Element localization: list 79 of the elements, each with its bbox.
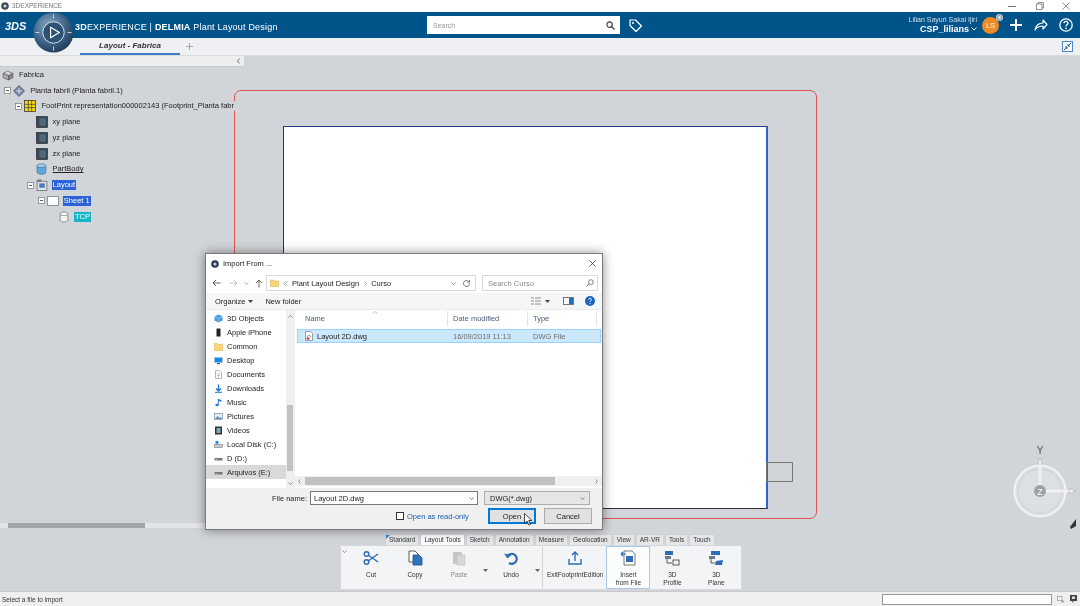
collapse-toggle-icon[interactable] bbox=[15, 102, 23, 110]
logo[interactable]: 3DS bbox=[5, 20, 27, 32]
help-icon[interactable] bbox=[585, 296, 595, 306]
pointer-cursor-icon bbox=[524, 513, 533, 526]
shrink-icon[interactable] bbox=[1062, 41, 1073, 52]
search-icon[interactable] bbox=[606, 20, 615, 30]
folder-icon bbox=[270, 279, 279, 287]
diamond-icon bbox=[13, 84, 26, 97]
chevron-down-icon bbox=[580, 496, 585, 500]
scroll-thumb[interactable] bbox=[287, 405, 293, 471]
window-icon[interactable] bbox=[1057, 595, 1064, 603]
cylinder-icon bbox=[35, 163, 48, 176]
drawing-file-icon bbox=[305, 331, 313, 341]
credentials-menu[interactable]: CSP_lilians bbox=[919, 23, 969, 35]
blocks-icon bbox=[708, 550, 725, 566]
refresh-icon[interactable] bbox=[462, 278, 471, 288]
scrollbar[interactable] bbox=[0, 523, 205, 528]
cylinder-outline-icon bbox=[58, 210, 70, 223]
back-arrow-icon[interactable] bbox=[212, 279, 221, 287]
plane-icon bbox=[35, 147, 48, 160]
up-arrow-icon[interactable] bbox=[255, 278, 263, 288]
caret-icon[interactable] bbox=[534, 569, 540, 572]
phone-icon bbox=[214, 327, 223, 337]
grid-icon bbox=[24, 100, 37, 113]
restore-icon[interactable] bbox=[1036, 2, 1044, 10]
scroll-left-icon[interactable] bbox=[298, 478, 301, 484]
scroll-thumb[interactable] bbox=[305, 477, 555, 485]
sheet-icon bbox=[46, 194, 59, 207]
collapse-toggle-icon[interactable] bbox=[26, 181, 34, 189]
scroll-right-icon[interactable] bbox=[595, 478, 598, 484]
rectangle-shape bbox=[766, 462, 793, 482]
scissors-icon bbox=[363, 550, 379, 566]
read-only-checkbox[interactable] bbox=[396, 512, 404, 520]
command-input-field[interactable] bbox=[882, 593, 1052, 605]
chevron-right-icon[interactable] bbox=[364, 280, 368, 286]
undo-icon bbox=[503, 550, 519, 566]
down-arrow-icon bbox=[214, 383, 223, 393]
copy-icon bbox=[407, 550, 423, 566]
preview-pane-icon[interactable] bbox=[563, 297, 574, 305]
close-icon[interactable] bbox=[1062, 2, 1070, 10]
app-title: 3DEXPERIENCE | DELMIA Plant Layout Design bbox=[75, 22, 278, 32]
caret-icon[interactable] bbox=[545, 299, 550, 303]
chevron-down-icon[interactable] bbox=[469, 496, 474, 500]
drive-icon bbox=[214, 439, 223, 449]
layout-sheet-icon bbox=[35, 179, 48, 192]
scroll-thumb[interactable] bbox=[8, 523, 145, 528]
pen-icon[interactable] bbox=[1070, 519, 1076, 529]
picture-icon bbox=[214, 411, 223, 421]
document-icon bbox=[214, 369, 223, 379]
scroll-down-icon[interactable] bbox=[287, 482, 293, 485]
folder-icon bbox=[214, 341, 223, 351]
app-icon bbox=[1, 2, 9, 10]
tag-icon[interactable] bbox=[629, 18, 642, 32]
scrollbar[interactable] bbox=[295, 476, 602, 486]
collapse-toggle-icon[interactable] bbox=[37, 197, 45, 205]
badge-icon bbox=[996, 13, 1003, 21]
help-icon[interactable] bbox=[1059, 18, 1073, 32]
double-chevron-icon[interactable] bbox=[283, 280, 288, 286]
comment-icon[interactable] bbox=[1070, 595, 1077, 603]
collapse-toggle-icon[interactable] bbox=[4, 87, 12, 95]
scrollbar[interactable] bbox=[286, 310, 294, 488]
scroll-up-icon[interactable] bbox=[287, 315, 293, 318]
cube-icon bbox=[214, 313, 223, 323]
plane-icon bbox=[35, 116, 48, 129]
upload-icon bbox=[567, 550, 584, 566]
music-note-icon bbox=[214, 397, 223, 407]
plane-icon bbox=[35, 131, 48, 144]
film-icon bbox=[214, 425, 223, 435]
file-arrow-icon bbox=[620, 550, 637, 566]
caret-icon bbox=[248, 299, 254, 303]
minimize-icon[interactable] bbox=[1008, 5, 1016, 7]
close-icon[interactable] bbox=[589, 260, 596, 267]
blocks-icon bbox=[664, 550, 681, 566]
clipboard-icon bbox=[451, 550, 467, 566]
share-icon[interactable] bbox=[1034, 19, 1048, 31]
chevron-left-icon[interactable] bbox=[237, 58, 240, 64]
app-icon bbox=[211, 259, 219, 268]
monitor-icon bbox=[214, 355, 223, 365]
plus-icon[interactable] bbox=[1010, 19, 1022, 31]
